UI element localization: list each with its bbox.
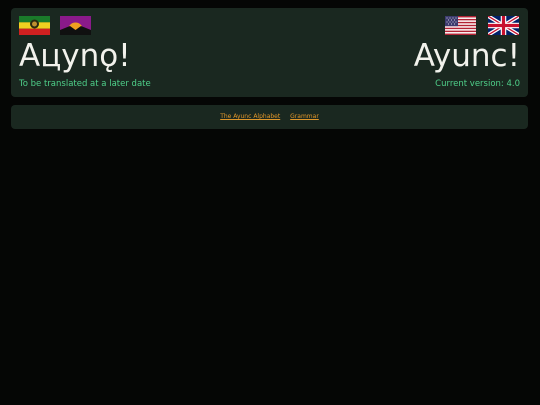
page-title-english: Ayunc!: [413, 38, 520, 74]
ayunc-flag-purple-icon[interactable]: [60, 16, 91, 35]
nav-links: The Ayunc Alphabet Grammar: [11, 112, 528, 122]
nav-link-alphabet[interactable]: The Ayunc Alphabet: [220, 113, 280, 120]
header-panel: Aцynǫ! Ayunc! To be translated at a late…: [11, 8, 528, 97]
translation-note: To be translated at a later date: [19, 79, 151, 89]
uk-flag-icon[interactable]: [488, 16, 519, 35]
nav-link-grammar[interactable]: Grammar: [290, 113, 319, 120]
us-flag-icon[interactable]: [445, 16, 476, 35]
version-text: Current version: 4.0: [435, 79, 520, 89]
ayunc-flag-green-icon[interactable]: [19, 16, 50, 35]
nav-panel: The Ayunc Alphabet Grammar: [11, 105, 528, 129]
page-title-native: Aцynǫ!: [19, 38, 131, 74]
